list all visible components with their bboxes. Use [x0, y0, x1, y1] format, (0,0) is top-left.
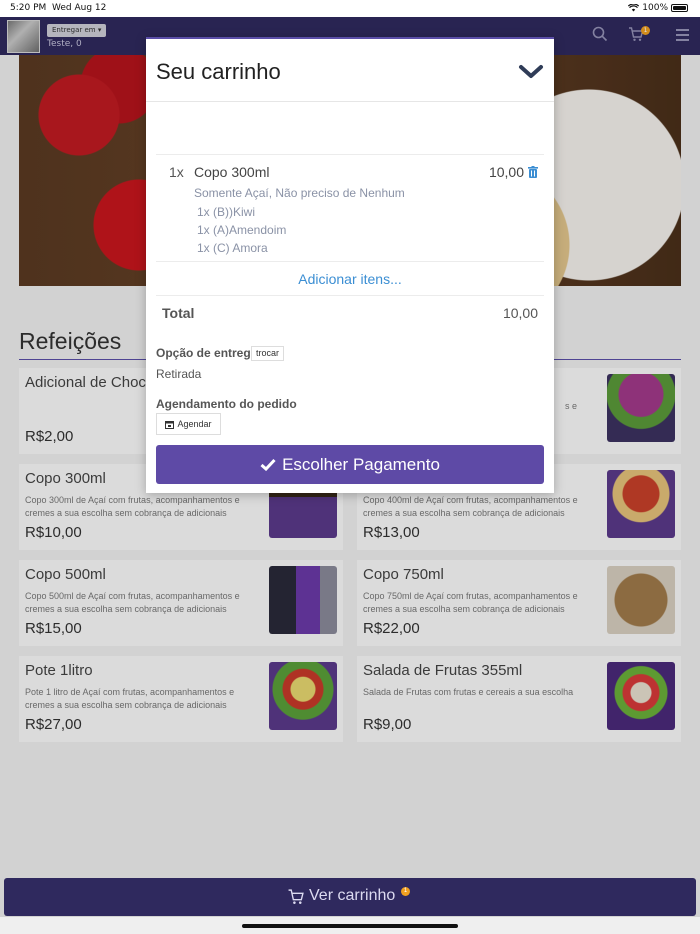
delivery-option-label: Opção de entrega — [156, 346, 258, 360]
total-value: 10,00 — [502, 305, 538, 321]
calendar-icon — [165, 420, 175, 429]
divider — [156, 154, 544, 155]
divider — [146, 101, 554, 102]
choose-payment-button[interactable]: Escolher Pagamento — [156, 445, 544, 484]
trash-icon[interactable] — [528, 166, 538, 178]
delivery-option-value: Retirada — [156, 367, 202, 381]
cart-item-qty: 1x — [169, 164, 184, 180]
status-bar: 5:20 PM Wed Aug 12 100% — [0, 0, 700, 17]
choose-payment-label: Escolher Pagamento — [282, 454, 440, 474]
view-cart-button[interactable]: Ver carrinho 1 — [4, 878, 696, 916]
cart-item-price: 10,00 — [488, 164, 524, 180]
cart-count-badge: 1 — [401, 887, 410, 896]
cart-icon — [288, 888, 304, 904]
cart-item-detail: 1x (B))Kiwi — [197, 205, 256, 219]
cart-modal: Seu carrinho 1x Copo 300ml 10,00 Somente… — [146, 37, 554, 493]
schedule-button[interactable]: Agendar — [156, 413, 221, 435]
status-right: 100% — [628, 3, 688, 13]
add-items-link[interactable]: Adicionar itens... — [146, 271, 554, 287]
divider — [156, 261, 544, 262]
divider — [156, 295, 544, 296]
wifi-icon — [628, 4, 640, 12]
check-icon — [260, 458, 276, 471]
battery-percent: 100% — [642, 3, 668, 13]
schedule-button-label: Agendar — [177, 419, 212, 429]
home-indicator — [242, 924, 458, 928]
view-cart-label: Ver carrinho — [309, 887, 396, 904]
cart-item-detail: Somente Açaí, Não preciso de Nenhum — [194, 186, 405, 200]
total-label: Total — [162, 305, 195, 321]
cart-item-name[interactable]: Copo 300ml — [194, 164, 270, 180]
battery-icon — [671, 4, 688, 12]
cart-item-detail: 1x (C) Amora — [197, 241, 268, 255]
status-time-date: 5:20 PM Wed Aug 12 — [10, 3, 107, 13]
cart-item-detail: 1x (A)Amendoim — [197, 223, 287, 237]
schedule-label: Agendamento do pedido — [156, 397, 297, 411]
change-delivery-button[interactable]: trocar — [251, 346, 285, 361]
chevron-down-icon[interactable] — [518, 63, 544, 81]
modal-title: Seu carrinho — [156, 59, 281, 84]
